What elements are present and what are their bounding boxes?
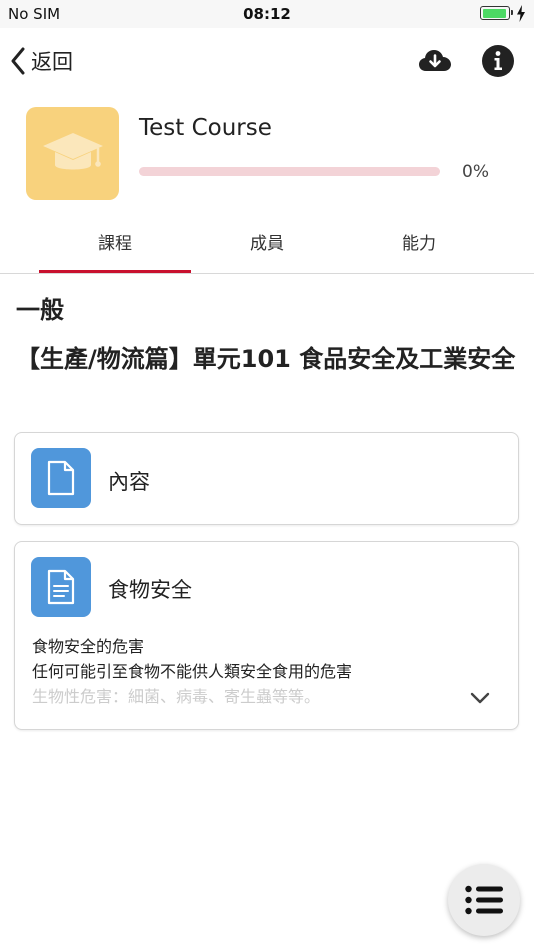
description-line: 任何可能引至食物不能供人類安全食用的危害 — [32, 662, 353, 681]
cloud-download-icon[interactable] — [417, 43, 453, 79]
course-progress-bar — [139, 167, 440, 176]
back-label: 返回 — [31, 50, 73, 74]
nav-header: 返回 — [0, 28, 534, 94]
activity-icon — [31, 448, 91, 508]
file-icon — [47, 460, 75, 496]
course-title: Test Course — [139, 115, 272, 141]
info-icon[interactable] — [480, 43, 516, 79]
tab-participants[interactable]: 成員 — [191, 210, 343, 272]
progress-percent: 0% — [462, 162, 489, 182]
chevron-left-icon — [11, 47, 25, 75]
status-bar: No SIM 08:12 — [0, 0, 534, 28]
description-line: 食物安全的危害 — [32, 637, 145, 656]
section-title: 一般 — [16, 296, 64, 324]
description-line: 生物性危害：細菌、病毒、寄生蟲等等。 — [32, 687, 321, 706]
course-index-button[interactable] — [448, 864, 520, 936]
charging-icon — [517, 5, 525, 22]
file-text-icon — [47, 569, 75, 605]
module-heading: 【生產/物流篇】單元101 食品安全及工業安全 — [16, 345, 516, 373]
activity-title: 內容 — [108, 470, 150, 494]
chevron-down-icon[interactable] — [468, 689, 492, 707]
activity-card-content[interactable]: 內容 — [14, 432, 519, 525]
graduation-cap-icon — [42, 132, 103, 169]
tab-course[interactable]: 課程 — [39, 210, 191, 273]
course-image — [26, 107, 119, 200]
activity-icon — [31, 557, 91, 617]
tab-competencies[interactable]: 能力 — [343, 210, 495, 272]
back-button[interactable]: 返回 — [10, 44, 73, 78]
activity-card-food-safety[interactable]: 食物安全 食物安全的危害 任何可能引至食物不能供人類安全食用的危害 生物性危害：… — [14, 541, 519, 730]
clock: 08:12 — [243, 5, 291, 23]
activity-description: 食物安全的危害 任何可能引至食物不能供人類安全食用的危害 生物性危害：細菌、病毒… — [32, 634, 452, 709]
course-tabs: 課程 成員 能力 — [0, 210, 534, 274]
list-icon — [465, 885, 503, 915]
battery-icon — [480, 6, 513, 20]
activity-title: 食物安全 — [108, 578, 192, 602]
